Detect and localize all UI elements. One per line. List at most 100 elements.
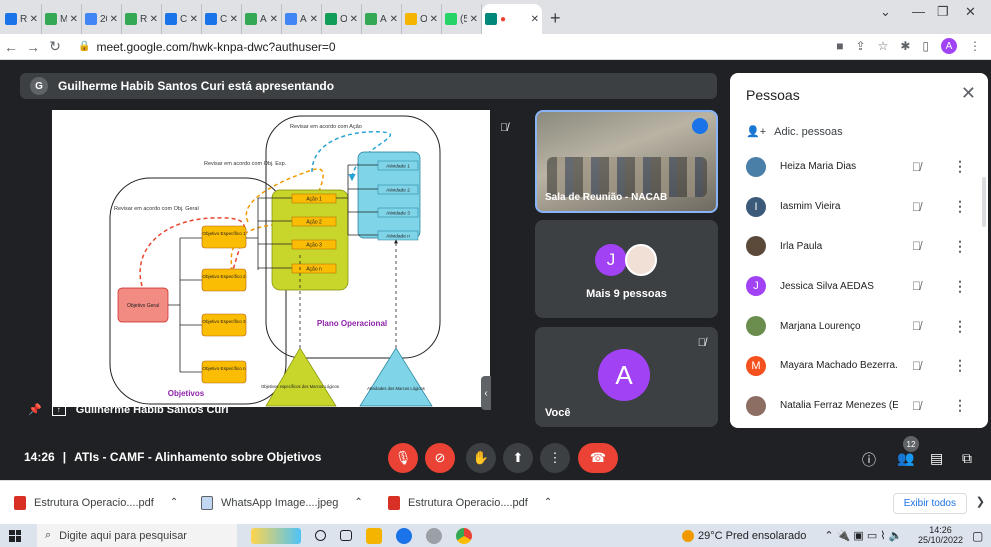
restore-button[interactable]: ❐ xyxy=(937,4,949,20)
more-options-button[interactable]: ⋮ xyxy=(540,443,570,473)
download-item[interactable]: WhatsApp Image....jpeg ⌃ xyxy=(201,495,374,510)
close-icon[interactable]: ✕ xyxy=(961,83,976,104)
browser-tab[interactable]: Res✕ xyxy=(122,4,162,34)
present-button[interactable]: ⬆ xyxy=(503,443,533,473)
participant-more-icon[interactable]: ⋮ xyxy=(953,357,967,374)
browser-tab[interactable]: Ana✕ xyxy=(242,4,282,34)
browser-tab[interactable]: Rou✕ xyxy=(2,4,42,34)
chat-icon[interactable]: ▤ xyxy=(930,450,943,467)
close-window-button[interactable]: ✕ xyxy=(965,4,976,20)
participant-row[interactable]: Irla Paula 🎙̸ ⋮ xyxy=(730,227,988,267)
participant-row[interactable]: Heiza Maria Dias 🎙̸ ⋮ xyxy=(730,147,988,187)
chrome-icon[interactable] xyxy=(456,527,472,544)
tab-close-icon[interactable]: ✕ xyxy=(430,14,438,25)
tab-close-icon[interactable]: ✕ xyxy=(270,14,278,25)
raise-hand-button[interactable]: ✋ xyxy=(466,443,496,473)
tab-close-icon[interactable]: ✕ xyxy=(110,14,118,25)
tab-meet-active[interactable]: ● ✕ xyxy=(482,4,542,34)
browser-tab[interactable]: Obj✕ xyxy=(402,4,442,34)
tab-close-icon[interactable]: ✕ xyxy=(531,14,539,25)
system-clock[interactable]: 14:26 25/10/2022 xyxy=(918,525,963,545)
participant-name: Irla Paula xyxy=(780,240,823,252)
download-item[interactable]: Estrutura Operacio....pdf ⌃ xyxy=(388,495,561,510)
download-options-icon[interactable]: ⌃ xyxy=(544,497,552,508)
participant-row[interactable]: Marjana Lourenço 🎙̸ ⋮ xyxy=(730,306,988,346)
tab-close-icon[interactable]: ✕ xyxy=(390,14,398,25)
taskbar-widget-icon[interactable] xyxy=(251,527,301,544)
participant-row[interactable]: I Iasmim Vieira 🎙̸ ⋮ xyxy=(730,187,988,227)
edge-icon[interactable] xyxy=(396,527,412,544)
participant-more-icon[interactable]: ⋮ xyxy=(953,397,967,414)
panel-scrollbar[interactable] xyxy=(982,177,986,227)
participant-more-icon[interactable]: ⋮ xyxy=(953,278,967,295)
participant-more-icon[interactable]: ⋮ xyxy=(953,198,967,215)
leave-call-button[interactable]: ☎ xyxy=(578,443,618,473)
participant-row[interactable]: Natalia Ferraz Menezes (E... 🎙̸ ⋮ xyxy=(730,386,988,426)
new-tab-button[interactable]: + xyxy=(550,4,561,34)
tab-close-icon[interactable]: ✕ xyxy=(70,14,78,25)
minimize-button[interactable]: — xyxy=(912,4,925,19)
task-view-icon[interactable] xyxy=(340,530,352,541)
tab-search-icon[interactable]: ⌄ xyxy=(880,4,891,20)
browser-tab[interactable]: Alin✕ xyxy=(282,4,322,34)
mic-off-button[interactable]: 🎙 xyxy=(388,443,418,473)
camera-in-use-icon[interactable]: ■ xyxy=(836,39,843,53)
address-bar[interactable]: meet.google.com/hwk-knpa-dwc?authuser=0 xyxy=(96,40,335,54)
add-people-button[interactable]: 👤+ Adic. pessoas xyxy=(746,125,843,139)
pin-icon[interactable]: 📌 xyxy=(28,403,42,416)
app-icon[interactable] xyxy=(426,527,442,544)
forward-icon[interactable]: → xyxy=(22,39,44,55)
notifications-icon[interactable]: ▢ xyxy=(972,529,983,543)
browser-tab[interactable]: CAI✕ xyxy=(162,4,202,34)
participant-more-icon[interactable]: ⋮ xyxy=(953,158,967,175)
windows-start-icon[interactable] xyxy=(9,529,21,542)
cortana-icon[interactable] xyxy=(315,530,326,541)
tile-room[interactable]: Sala de Reunião - NACAB xyxy=(535,110,718,213)
tab-close-icon[interactable]: ✕ xyxy=(30,14,38,25)
browser-tab[interactable]: CAI✕ xyxy=(202,4,242,34)
browser-tab[interactable]: Me✕ xyxy=(42,4,82,34)
download-options-icon[interactable]: ⌃ xyxy=(354,497,362,508)
browser-tab[interactable]: Obj✕ xyxy=(322,4,362,34)
tile-self[interactable]: 🎙̸ A Você xyxy=(535,327,718,427)
download-options-icon[interactable]: ⌃ xyxy=(170,497,178,508)
toolbar-icons: ■ ⇪ ☆ ✱ ▯ A ⋮ xyxy=(836,38,981,54)
camera-off-button[interactable]: ⊘ xyxy=(425,443,455,473)
reload-icon[interactable]: ↻ xyxy=(44,38,66,55)
tab-close-icon[interactable]: ✕ xyxy=(150,14,158,25)
participant-name: Mayara Machado Bezerra... xyxy=(780,360,898,372)
taskbar-search[interactable]: ⌕ Digite aqui para pesquisar xyxy=(37,524,237,547)
activities-icon[interactable]: ⧉ xyxy=(962,450,972,467)
tray-icons[interactable]: ⌃ 🔌 ▣ ▭ ⌇ 🔈 xyxy=(824,529,902,542)
people-icon[interactable]: 👥 xyxy=(897,450,914,467)
browser-tab[interactable]: (5)✕ xyxy=(442,4,482,34)
show-all-button[interactable]: Exibir todos xyxy=(892,493,967,514)
side-panel-icon[interactable]: ▯ xyxy=(922,39,929,53)
tab-close-icon[interactable]: ✕ xyxy=(470,14,478,25)
lock-icon[interactable]: 🔒 xyxy=(78,41,90,52)
file-explorer-icon[interactable] xyxy=(366,527,382,544)
profile-avatar[interactable]: A xyxy=(941,38,957,54)
back-icon[interactable]: ← xyxy=(0,39,22,55)
tab-close-icon[interactable]: ✕ xyxy=(350,14,358,25)
participant-more-icon[interactable]: ⋮ xyxy=(953,318,967,335)
tab-label: Ana xyxy=(380,13,387,25)
tab-close-icon[interactable]: ✕ xyxy=(230,14,238,25)
collapse-tiles-handle[interactable]: ‹ xyxy=(481,376,491,410)
download-item[interactable]: Estrutura Operacio....pdf ⌃ xyxy=(14,495,187,510)
tab-close-icon[interactable]: ✕ xyxy=(310,14,318,25)
menu-icon[interactable]: ⋮ xyxy=(969,39,981,53)
close-downloads-icon[interactable]: ❯ xyxy=(976,495,985,508)
participant-row[interactable]: J Jessica Silva AEDAS 🎙̸ ⋮ xyxy=(730,266,988,306)
weather-widget[interactable]: 29°C Pred ensolarado ⌃ 🔌 ▣ ▭ ⌇ 🔈 xyxy=(682,529,902,542)
share-icon[interactable]: ⇪ xyxy=(856,39,866,53)
participant-row[interactable]: M Mayara Machado Bezerra... 🎙̸ ⋮ xyxy=(730,346,988,386)
tile-more-people[interactable]: J Mais 9 pessoas xyxy=(535,220,718,318)
browser-tab[interactable]: 202✕ xyxy=(82,4,122,34)
bookmark-star-icon[interactable]: ☆ xyxy=(878,39,889,53)
extensions-icon[interactable]: ✱ xyxy=(900,39,910,53)
participant-more-icon[interactable]: ⋮ xyxy=(953,238,967,255)
browser-tab[interactable]: Ana✕ xyxy=(362,4,402,34)
meeting-details-icon[interactable]: ⓘ xyxy=(862,450,876,470)
tab-close-icon[interactable]: ✕ xyxy=(190,14,198,25)
